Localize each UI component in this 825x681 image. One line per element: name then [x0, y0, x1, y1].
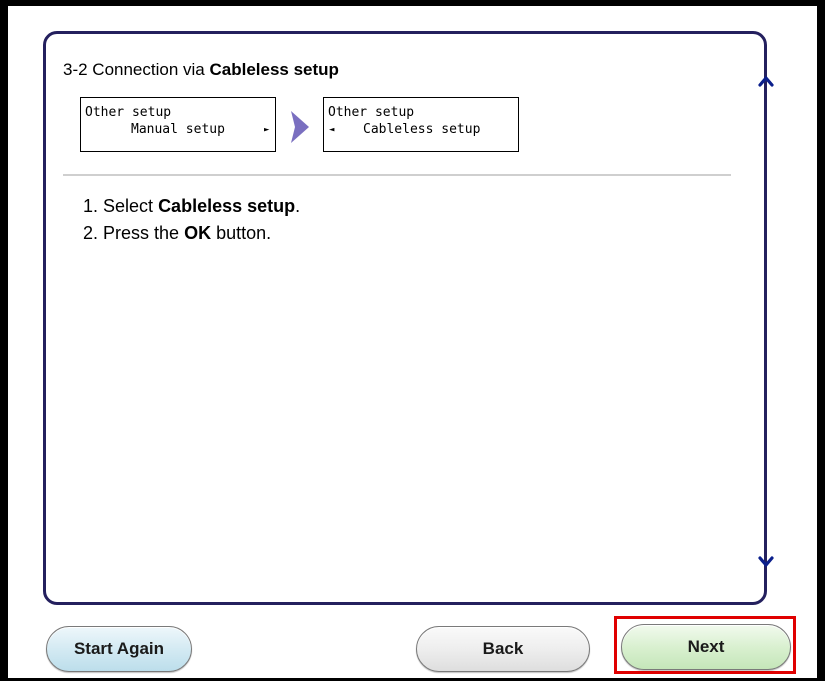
step-text: Press the [103, 223, 185, 243]
section-divider [63, 174, 731, 176]
step-suffix: . [295, 196, 301, 216]
next-button[interactable]: Next [621, 624, 791, 670]
step-suffix: button. [211, 223, 272, 243]
lcd-before-line2: Manual setup [131, 122, 225, 137]
instruction-steps: 1. Select Cableless setup. 2. Press the … [83, 193, 300, 247]
lcd-before-line1: Other setup [85, 105, 172, 120]
lcd-after-line1: Other setup [328, 105, 415, 120]
chevron-down-icon[interactable] [758, 555, 774, 569]
lcd-before-arrow: ► [264, 125, 270, 135]
start-again-button[interactable]: Start Again [46, 626, 192, 672]
step-emphasis: Cableless setup [158, 196, 296, 216]
lcd-after-line2: Cableless setup [363, 122, 481, 137]
chevron-up-icon[interactable] [758, 74, 774, 88]
page-title: 3-2 Connection via Cableless setup [63, 60, 339, 80]
step-emphasis: OK [184, 223, 212, 243]
lcd-screen-before: Other setup Manual setup ► [80, 97, 276, 152]
lcd-after-arrow: ◄ [329, 125, 335, 135]
back-button[interactable]: Back [416, 626, 590, 672]
step-2: 2. Press the OK button. [83, 220, 300, 247]
step-number: 2. [83, 223, 99, 243]
lcd-screen-after: Other setup ◄ Cableless setup [323, 97, 519, 152]
step-text: Select [103, 196, 159, 216]
page-title-prefix: 3-2 Connection via [63, 60, 210, 79]
arrow-right-icon [291, 111, 309, 143]
page-title-bold: Cableless setup [209, 60, 339, 79]
step-1: 1. Select Cableless setup. [83, 193, 300, 220]
step-number: 1. [83, 196, 99, 216]
